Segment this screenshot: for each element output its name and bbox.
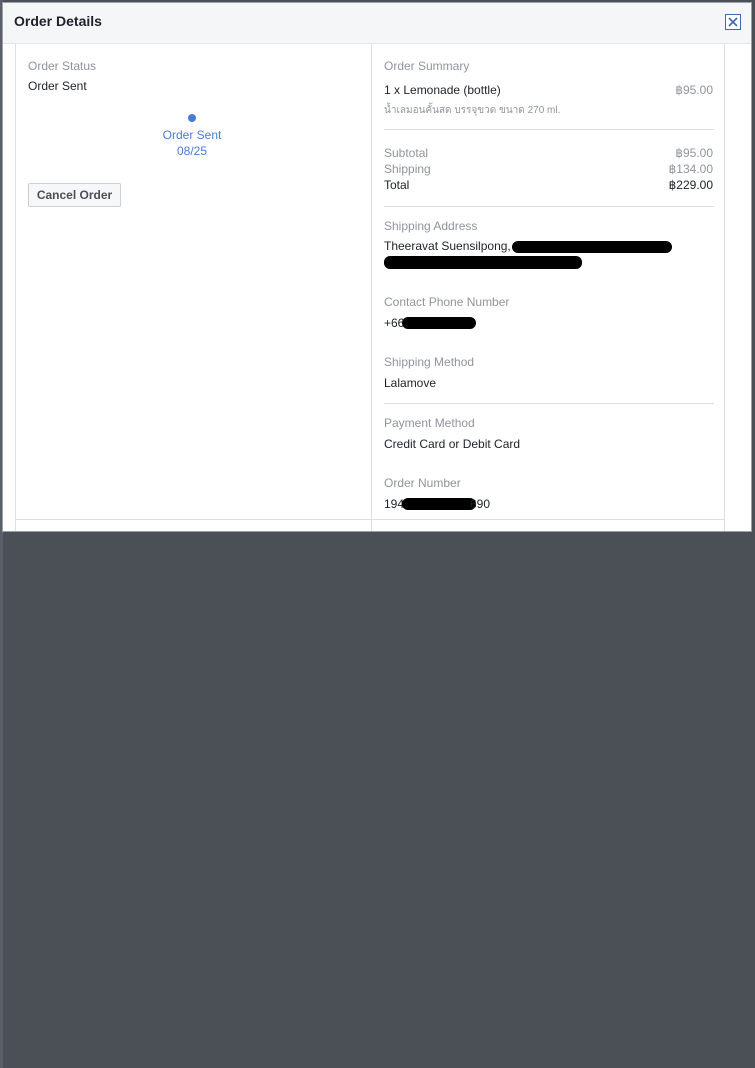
timeline-step-date: 08/25 <box>176 144 208 158</box>
timeline-step-dot <box>188 114 196 122</box>
payment-method-value: Credit Card or Debit Card <box>384 437 521 451</box>
order-status-column: Order Status Order Sent Order Sent 08/25… <box>16 44 371 531</box>
order-number-label: Order Number <box>384 476 461 490</box>
shipping-address-label: Shipping Address <box>384 219 478 233</box>
order-number-suffix: 690 <box>470 497 491 511</box>
dialog-body: Order Status Order Sent Order Sent 08/25… <box>15 44 725 531</box>
shipping-method-label: Shipping Method <box>384 355 475 369</box>
order-status-label: Order Status <box>28 59 97 73</box>
dialog-header: Order Details <box>3 3 751 44</box>
dialog-title: Order Details <box>14 13 102 29</box>
cancel-order-button[interactable]: Cancel Order <box>28 183 121 207</box>
item-price: ฿95.00 <box>675 83 713 97</box>
redaction-mark <box>402 317 476 329</box>
shipping-address-name: Theeravat Suensilpong, <box>384 239 511 253</box>
redaction-mark <box>402 498 476 510</box>
shipping-label: Shipping <box>384 162 431 176</box>
close-button[interactable] <box>725 14 741 30</box>
divider <box>384 206 714 207</box>
close-icon <box>728 17 738 27</box>
order-status-value: Order Sent <box>28 79 87 93</box>
payment-method-label: Payment Method <box>384 416 475 430</box>
divider <box>384 129 714 130</box>
shipping-value: ฿134.00 <box>668 162 713 176</box>
subtotal-value: ฿95.00 <box>675 146 713 160</box>
redaction-mark <box>384 256 582 269</box>
dialog-footer-border <box>16 519 724 520</box>
contact-phone-label: Contact Phone Number <box>384 295 510 309</box>
divider <box>384 403 714 404</box>
timeline-step-label: Order Sent <box>162 128 222 142</box>
total-value: ฿229.00 <box>668 178 713 192</box>
subtotal-label: Subtotal <box>384 146 429 160</box>
item-description: น้ำเลมอนคั้นสด บรรจุขวด ขนาด 270 ml. <box>384 105 561 116</box>
order-details-dialog: Order Details Order Status Order Sent Or… <box>2 2 752 532</box>
order-summary-heading: Order Summary <box>384 59 470 73</box>
redaction-mark <box>512 241 672 253</box>
item-name: 1 x Lemonade (bottle) <box>384 83 501 97</box>
total-label: Total <box>384 178 410 192</box>
background-page-right <box>0 534 3 1068</box>
shipping-method-value: Lalamove <box>384 376 437 390</box>
order-summary-column: Order Summary 1 x Lemonade (bottle) ฿95.… <box>371 44 724 531</box>
